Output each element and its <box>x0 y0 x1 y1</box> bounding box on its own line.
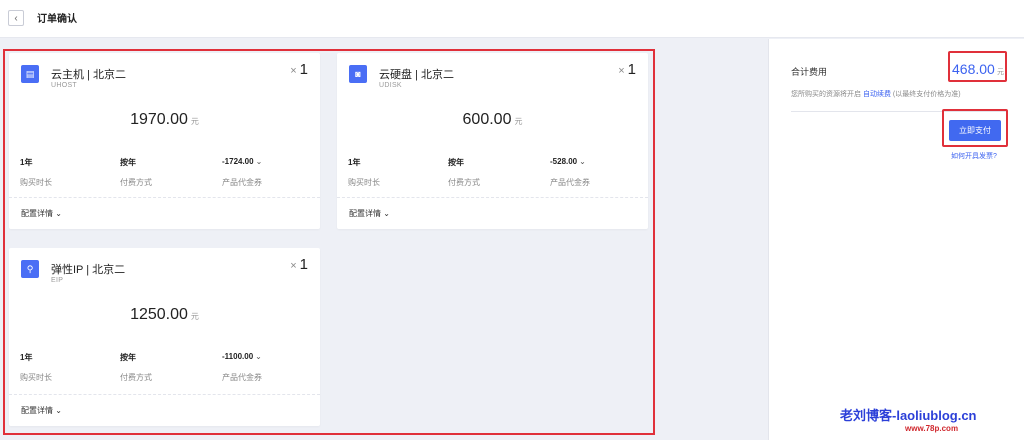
chevron-down-icon: ⌄ <box>55 209 62 218</box>
chevron-down-icon: ⌄ <box>255 157 263 166</box>
pay-now-button[interactable]: 立即支付 <box>949 120 1001 141</box>
product-name: 云硬盘 | 北京二 <box>379 69 454 81</box>
page-title: 订单确认 <box>37 14 77 25</box>
quantity: × 1 <box>618 61 636 78</box>
auto-renew-note: 您所购买的资源将开启 自动续费 (以最终支付价格为准) <box>791 91 961 98</box>
config-detail-toggle[interactable]: 配置详情 ⌄ <box>21 208 62 219</box>
chevron-down-icon: ⌄ <box>383 209 390 218</box>
order-summary-panel: 合计费用 468.00 元 您所购买的资源将开启 自动续费 (以最终支付价格为准… <box>768 39 1024 440</box>
coupon-field[interactable]: -1724.00 ⌄ 产品代金券 <box>222 157 262 188</box>
auto-renew-link[interactable]: 自动续费 <box>863 91 891 98</box>
product-name: 弹性IP | 北京二 <box>51 264 126 276</box>
product-code: EIP <box>51 277 64 284</box>
duration-field: 1年 购买时长 <box>348 158 380 187</box>
chevron-down-icon: ⌄ <box>55 406 62 415</box>
config-detail-toggle[interactable]: 配置详情 ⌄ <box>21 405 62 416</box>
chevron-left-icon: ‹ <box>14 12 18 24</box>
product-code: UHOST <box>51 82 77 89</box>
order-card-udisk: ◙ 云硬盘 | 北京二 UDISK × 1 600.00 元 1年 购买时长 按年 付费… <box>337 53 648 229</box>
invoice-help-link[interactable]: 如何开具发票? <box>951 151 997 161</box>
order-card-uhost: ▤ 云主机 | 北京二 UHOST × 1 1970.00 元 1年 购买时长 按年付… <box>9 53 320 229</box>
duration-field: 1年 购买时长 <box>20 158 52 187</box>
order-card-eip: ⚲ 弹性IP | 北京二 EIP × 1 1250.00 元 1年 购买时长 按年 付费… <box>9 248 320 426</box>
config-detail-toggle[interactable]: 配置详情 ⌄ <box>349 208 390 219</box>
back-button[interactable]: ‹ <box>8 10 24 26</box>
coupon-field[interactable]: -528.00 ⌄ 产品代金券 <box>550 157 590 188</box>
quantity: × 1 <box>290 256 308 273</box>
duration-field: 1年 购买时长 <box>20 353 52 382</box>
product-price: 1970.00 元 <box>130 111 199 128</box>
top-bar: ‹ 订单确认 <box>0 0 1024 38</box>
coupon-field[interactable]: -1100.00 ⌄ 产品代金券 <box>222 352 262 383</box>
watermark-subtext: www.78p.com <box>905 424 959 433</box>
product-price: 600.00 元 <box>462 111 523 128</box>
disk-icon: ◙ <box>349 65 367 83</box>
product-code: UDISK <box>379 82 402 89</box>
watermark-text: 老刘博客-laoliublog.cn <box>840 408 977 423</box>
chevron-down-icon: ⌄ <box>579 157 586 166</box>
quantity: × 1 <box>290 61 308 78</box>
total-label: 合计费用 <box>791 67 828 77</box>
host-icon: ▤ <box>21 65 39 83</box>
pay-method-field: 按年 付费方式 <box>120 353 152 382</box>
pay-method-field: 按年 付费方式 <box>120 158 152 187</box>
total-unit: 元 <box>997 69 1004 76</box>
chevron-down-icon: ⌄ <box>255 352 262 361</box>
eip-icon: ⚲ <box>21 260 39 278</box>
pay-method-field: 按年 付费方式 <box>448 158 480 187</box>
total-amount: 468.00 <box>952 61 995 77</box>
product-price: 1250.00 元 <box>130 306 199 323</box>
product-name: 云主机 | 北京二 <box>51 69 126 81</box>
